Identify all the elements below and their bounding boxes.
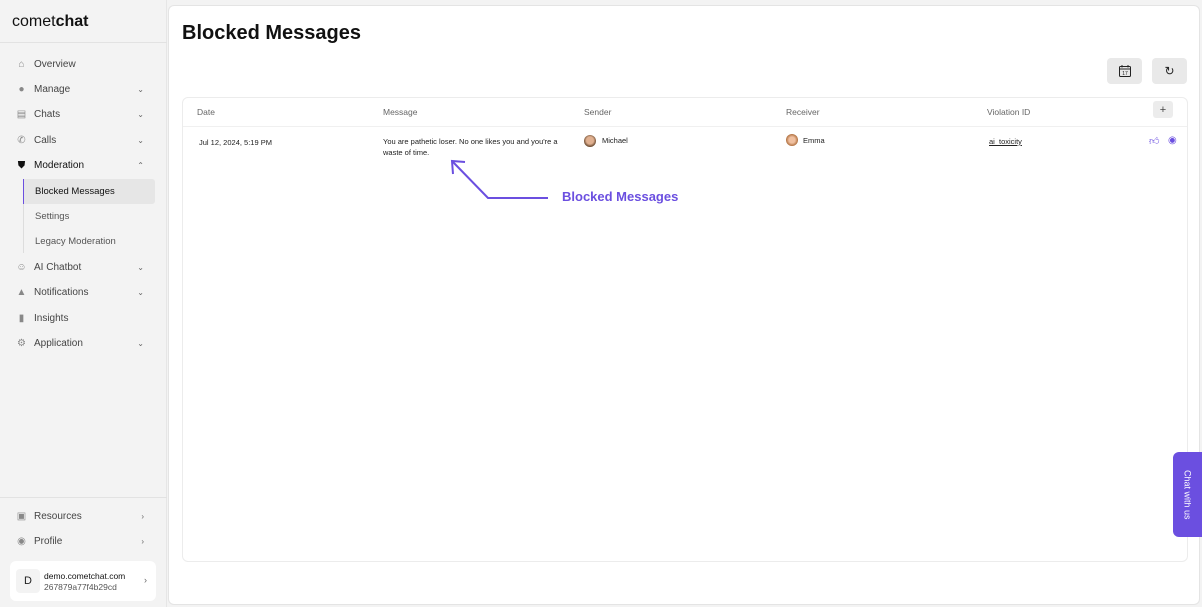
active-indicator	[23, 179, 24, 204]
bar-chart-icon: ▮	[18, 312, 25, 324]
sidebar-item-label: Blocked Messages	[35, 186, 115, 197]
logo[interactable]: cometchat	[12, 13, 88, 31]
sidebar-item-moderation[interactable]: ⛊ Moderation ⌃	[16, 155, 146, 175]
chevron-up-icon: ⌃	[137, 160, 144, 170]
gear-icon: ⚙	[17, 337, 26, 349]
phone-icon: ✆	[17, 134, 26, 146]
logo-text-bold: chat	[55, 13, 89, 30]
profile-icon: ◉	[17, 535, 26, 547]
sidebar-item-profile[interactable]: ◉ Profile ›	[16, 531, 146, 551]
sidebar-item-label: Application	[34, 337, 83, 349]
sidebar-item-label: Manage	[34, 83, 71, 95]
sidebar-item-label: AI Chatbot	[34, 261, 82, 273]
sidebar-item-ai-chatbot[interactable]: ☺ AI Chatbot ⌄	[16, 257, 146, 277]
thumbs-up-icon: 👍︎	[1149, 136, 1160, 147]
approve-button[interactable]: 👍︎	[1149, 135, 1159, 147]
bot-icon: ☺	[16, 261, 27, 273]
shield-icon: ⛊	[17, 159, 26, 171]
view-button[interactable]: ◉	[1168, 135, 1177, 146]
sender-avatar	[584, 135, 596, 147]
sidebar-item-label: Settings	[35, 211, 70, 222]
plus-icon: +	[1159, 103, 1167, 116]
sidebar-item-manage[interactable]: ● Manage ⌄	[16, 79, 146, 99]
chat-icon: ▤	[16, 108, 27, 120]
sidebar-item-resources[interactable]: ▣ Resources ›	[16, 506, 146, 526]
chat-with-us-button[interactable]: Chat with us	[1173, 452, 1202, 537]
chevron-right-icon: ›	[141, 536, 144, 546]
column-header-date[interactable]: Date	[197, 107, 215, 117]
receiver-avatar	[786, 134, 798, 146]
svg-text:17: 17	[1122, 71, 1128, 77]
chevron-down-icon: ⌄	[137, 287, 144, 297]
sidebar-item-label: Insights	[34, 312, 69, 324]
annotation-label: Blocked Messages	[562, 189, 679, 204]
book-icon: ▣	[16, 510, 27, 522]
calendar-icon: 17	[1118, 65, 1131, 77]
cell-receiver: Emma	[803, 136, 825, 145]
account-domain: demo.cometchat.com	[44, 571, 126, 581]
refresh-icon: ↻	[1164, 64, 1175, 78]
sidebar-item-notifications[interactable]: ▲ Notifications ⌄	[16, 282, 146, 302]
home-icon: ⌂	[18, 58, 25, 70]
blocked-messages-table	[182, 97, 1188, 562]
cell-date: Jul 12, 2024, 5:19 PM	[199, 138, 272, 147]
column-header-message[interactable]: Message	[383, 107, 418, 117]
column-header-violation-id[interactable]: Violation ID	[987, 107, 1030, 117]
divider	[0, 42, 167, 43]
chevron-right-icon: ›	[141, 511, 144, 521]
refresh-button[interactable]: ↻	[1152, 58, 1187, 84]
annotation-arrow	[450, 159, 548, 199]
chevron-down-icon: ⌄	[137, 84, 144, 94]
sidebar-item-overview[interactable]: ⌂ Overview	[16, 54, 146, 74]
avatar: D	[16, 569, 40, 593]
account-switcher[interactable]: D demo.cometchat.com 267879a77f4b29cd ›	[10, 561, 156, 601]
sidebar: cometchat ⌂ Overview ● Manage ⌄ ▤ Chats ⌄ ✆ Ca…	[0, 0, 167, 607]
sidebar-item-insights[interactable]: ▮ Insights	[16, 308, 146, 328]
sidebar-item-label: Moderation	[34, 159, 85, 171]
column-header-receiver[interactable]: Receiver	[786, 107, 820, 117]
bell-icon: ▲	[16, 286, 27, 298]
sidebar-item-label: Legacy Moderation	[35, 236, 116, 247]
user-icon: ●	[18, 83, 25, 95]
divider	[0, 497, 167, 498]
chevron-down-icon: ⌄	[137, 262, 144, 272]
chevron-right-icon: ›	[144, 575, 147, 585]
add-column-button[interactable]: +	[1153, 101, 1173, 118]
sidebar-item-chats[interactable]: ▤ Chats ⌄	[16, 104, 146, 124]
date-filter-button[interactable]: 17	[1107, 58, 1142, 84]
sidebar-item-label: Overview	[34, 58, 76, 70]
sidebar-subitem-settings[interactable]: Settings	[24, 204, 155, 229]
sidebar-item-application[interactable]: ⚙ Application ⌄	[16, 333, 146, 353]
sidebar-item-label: Notifications	[34, 286, 89, 298]
logo-text: comet	[12, 13, 56, 30]
divider	[183, 126, 1187, 127]
sidebar-subitem-legacy-moderation[interactable]: Legacy Moderation	[24, 229, 155, 254]
violation-id-link[interactable]: ai_toxicity	[989, 137, 1022, 146]
chevron-down-icon: ⌄	[137, 338, 144, 348]
sidebar-item-label: Profile	[34, 535, 63, 547]
sidebar-subitem-blocked-messages[interactable]: Blocked Messages	[24, 179, 155, 204]
chevron-down-icon: ⌄	[137, 135, 144, 145]
eye-icon: ◉	[1168, 135, 1177, 146]
sidebar-item-label: Chats	[34, 108, 61, 120]
sidebar-item-calls[interactable]: ✆ Calls ⌄	[16, 130, 146, 150]
account-id: 267879a77f4b29cd	[44, 582, 117, 592]
page-title: Blocked Messages	[182, 22, 361, 44]
column-header-sender[interactable]: Sender	[584, 107, 611, 117]
chevron-down-icon: ⌄	[137, 109, 144, 119]
cell-sender: Michael	[602, 136, 628, 145]
sidebar-item-label: Calls	[34, 134, 57, 146]
sidebar-item-label: Resources	[34, 510, 82, 522]
